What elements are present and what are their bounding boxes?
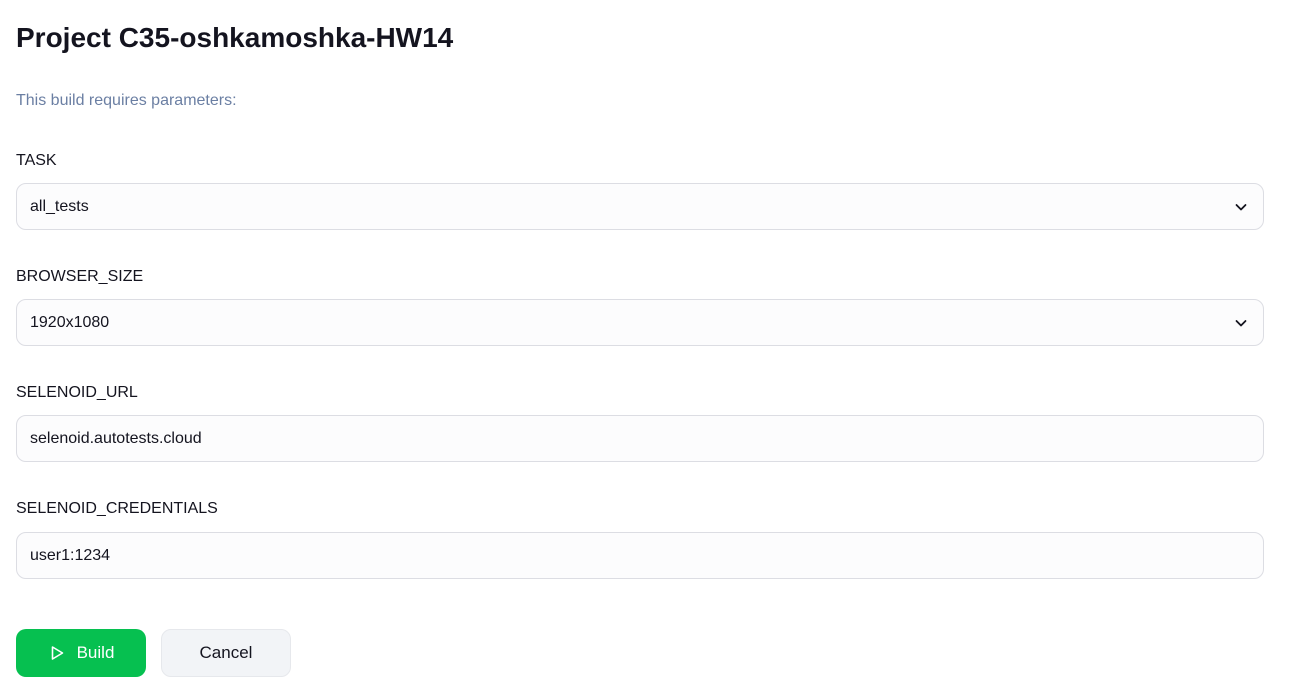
page-subtitle: This build requires parameters: [16, 92, 237, 109]
cancel-button[interactable]: Cancel [161, 629, 291, 677]
build-parameters-page: Project C35-oshkamoshka-HW14 This build … [0, 0, 1295, 695]
browser-size-select[interactable]: 1920x1080 [16, 299, 1264, 346]
selenoid-url-label: SELENOID_URL [16, 384, 138, 401]
build-button[interactable]: Build [16, 629, 146, 677]
selenoid-url-input-value: selenoid.autotests.cloud [30, 430, 202, 447]
task-select-value: all_tests [30, 198, 89, 215]
selenoid-credentials-label: SELENOID_CREDENTIALS [16, 500, 218, 517]
task-select[interactable]: all_tests [16, 183, 1264, 230]
selenoid-credentials-input[interactable]: user1:1234 [16, 532, 1264, 579]
selenoid-url-input[interactable]: selenoid.autotests.cloud [16, 415, 1264, 462]
play-icon [51, 646, 63, 660]
build-button-label: Build [76, 643, 115, 662]
cancel-button-label: Cancel [199, 643, 253, 662]
chevron-down-icon [1235, 320, 1247, 327]
selenoid-credentials-input-value: user1:1234 [30, 547, 111, 564]
task-label: TASK [16, 152, 57, 169]
page-title: Project C35-oshkamoshka-HW14 [16, 22, 454, 53]
chevron-down-icon [1235, 204, 1247, 211]
browser-size-select-value: 1920x1080 [30, 314, 110, 331]
browser-size-label: BROWSER_SIZE [16, 268, 144, 285]
